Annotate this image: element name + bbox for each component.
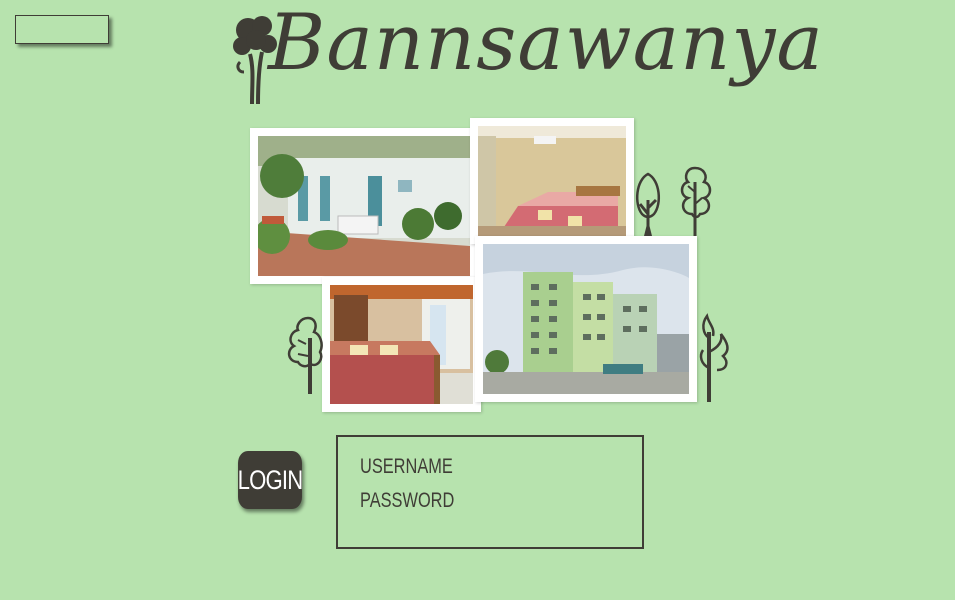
guesthouse-exterior-photo <box>250 128 478 284</box>
tree-icon <box>699 313 729 402</box>
username-field[interactable]: USERNAME <box>360 455 453 479</box>
bedroom-photo-2 <box>322 277 481 412</box>
bedroom-photo-1 <box>470 118 634 244</box>
tree-icon <box>287 316 323 394</box>
tree-icon <box>635 172 661 236</box>
login-button[interactable]: LOGIN <box>238 451 303 509</box>
login-form: USERNAME PASSWORD <box>336 435 644 549</box>
tree-icon <box>680 166 712 236</box>
password-field[interactable]: PASSWORD <box>360 489 454 513</box>
site-title: Bannsawanya <box>268 0 824 88</box>
top-left-button[interactable] <box>15 15 109 44</box>
building-photo <box>475 236 697 402</box>
